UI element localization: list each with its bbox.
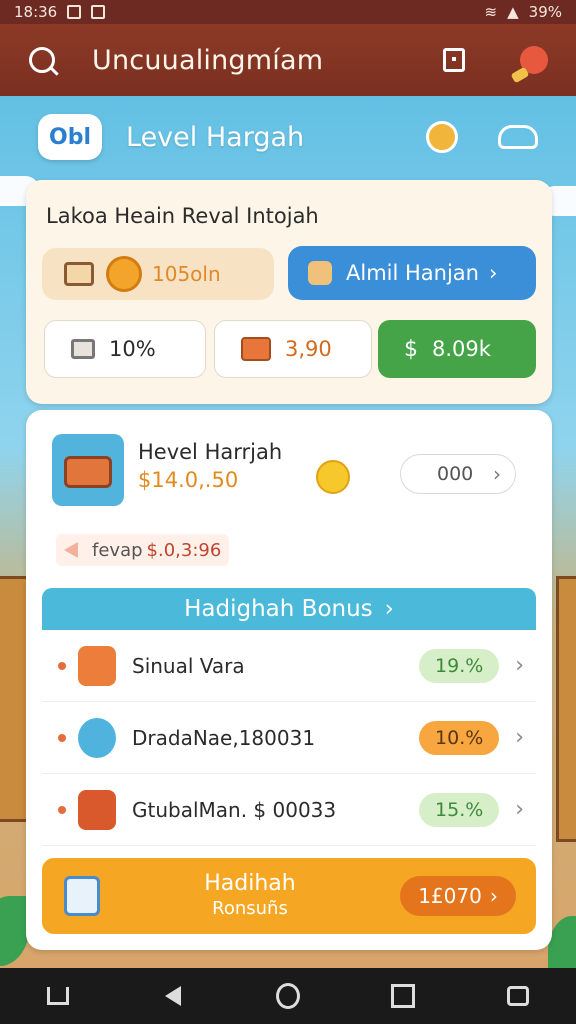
heart-icon <box>58 661 66 670</box>
bonus-cta-subtitle: Ronsuñs <box>212 898 288 919</box>
bonus-item[interactable]: Sinual Vara 19.% › <box>42 630 536 702</box>
coin-balance: 105oln <box>42 248 274 300</box>
bonus-item[interactable]: GtubalMan. $ 00033 15.% › <box>42 774 536 846</box>
stat-money[interactable]: $ 8.09k <box>378 320 536 378</box>
bonus-item-label: DradaNae,180031 <box>132 725 316 750</box>
coin-value: 105oln <box>152 262 221 286</box>
chest-icon <box>241 337 271 361</box>
arrow-right-icon: › <box>384 596 394 622</box>
status-time: 18:36 <box>14 3 58 21</box>
gamepad-icon <box>507 986 530 1006</box>
recents-icon <box>391 984 416 1008</box>
bonus-item-label: Sinual Vara <box>132 653 245 678</box>
house-icon <box>46 987 69 1005</box>
recents-button[interactable] <box>391 984 416 1008</box>
key-icon[interactable] <box>426 121 458 153</box>
back-button[interactable] <box>161 984 185 1008</box>
bonus-item-percent: 10.% <box>419 720 500 755</box>
quantity-value: 000 <box>437 463 474 485</box>
home-shop-button[interactable] <box>46 984 70 1008</box>
chevron-right-icon: › <box>493 462 501 486</box>
quantity-selector[interactable]: 000 › <box>400 454 516 494</box>
cloud-icon[interactable] <box>498 125 538 149</box>
stat-chest[interactable]: 3,90 <box>214 320 372 378</box>
product-name: Hevel Harrjah <box>138 440 283 464</box>
claim-button-label: Almil Hanjan <box>346 261 479 285</box>
gift-basket-icon <box>78 789 116 830</box>
bonus-item-label: GtubalMan. $ 00033 <box>132 797 337 822</box>
app-bar: Uncuualingmíam <box>0 24 576 96</box>
summary-subtitle: Lakoa Heain Reval Intojah <box>46 204 319 228</box>
heart-icon <box>58 733 66 742</box>
chest-image <box>52 434 124 506</box>
stat-chest-value: 3,90 <box>285 337 332 361</box>
card-icon <box>64 876 100 916</box>
summary-card: Lakoa Heain Reval Intojah 105oln Almil H… <box>26 180 552 404</box>
profile-button[interactable] <box>514 40 554 80</box>
home-icon <box>275 983 300 1009</box>
home-button[interactable] <box>275 983 300 1009</box>
savings-amount: $.0,3:96 <box>146 539 222 561</box>
product-price: $14.0,.50 <box>138 468 239 492</box>
chevron-right-icon: › <box>515 653 524 678</box>
app-logo: Obl <box>38 114 102 160</box>
bonus-item-percent: 15.% <box>419 792 500 827</box>
balloon-icon <box>520 46 548 74</box>
level-header: Obl Level Hargah <box>38 112 538 162</box>
bonus-cta-button-label: 1£070 <box>418 884 482 908</box>
wifi-icon: ≋ <box>484 3 498 21</box>
notification-icon <box>91 5 106 19</box>
search-icon <box>29 47 55 73</box>
search-button[interactable] <box>22 40 62 80</box>
heart-icon <box>58 805 66 814</box>
bonus-cta-button[interactable]: 1£070 › <box>400 876 516 916</box>
bonus-cta[interactable]: Hadihah Ronsuñs 1£070 › <box>42 858 536 934</box>
chevron-right-icon: › <box>515 725 524 750</box>
stat-percent-value: 10% <box>109 337 156 361</box>
bag-icon <box>71 339 95 359</box>
medal-icon <box>316 460 350 494</box>
hand-icon <box>308 261 332 285</box>
savings-tag: fevap $.0,3:96 <box>56 534 230 566</box>
bonus-header[interactable]: Hadighah Bonus › <box>42 588 536 630</box>
status-bar: 18:36 ≋ ▲ 39% <box>0 0 576 24</box>
stat-percent[interactable]: 10% <box>44 320 206 378</box>
palm-decoration <box>548 916 576 976</box>
chevron-right-icon: › <box>515 797 524 822</box>
hut-decoration <box>556 576 576 842</box>
arrow-right-icon: › <box>489 884 498 908</box>
battery-level: 39% <box>528 3 562 21</box>
calendar-button[interactable] <box>434 40 474 80</box>
bonus-item[interactable]: DradaNae,180031 10.% › <box>42 702 536 774</box>
signal-icon: ▲ <box>507 3 519 21</box>
potion-icon <box>78 645 116 686</box>
claim-button[interactable]: Almil Hanjan › <box>288 246 536 300</box>
calendar-icon <box>443 48 465 72</box>
image-icon <box>67 5 82 19</box>
tag-icon <box>64 542 78 558</box>
game-button[interactable] <box>506 984 530 1008</box>
stat-money-value: 8.09k <box>432 337 491 361</box>
level-title: Level Hargah <box>126 121 305 153</box>
reward-card: Hevel Harrjah $14.0,.50 000 › fevap $.0,… <box>26 410 552 950</box>
app-title: Uncuualingmíam <box>92 44 324 76</box>
back-icon <box>164 986 181 1006</box>
wallet-icon <box>64 262 94 286</box>
arrow-right-icon: › <box>488 261 498 285</box>
bonus-cta-title: Hadihah <box>204 871 296 896</box>
bonus-cta-text: Hadihah Ronsuñs <box>100 871 400 921</box>
coin-icon <box>106 256 142 292</box>
bonus-item-percent: 19.% <box>419 648 500 683</box>
dollar-icon: $ <box>404 336 418 362</box>
system-nav-bar <box>0 968 576 1024</box>
cake-icon <box>78 717 116 758</box>
savings-label: fevap <box>92 539 143 561</box>
bonus-title: Hadighah Bonus <box>184 596 373 622</box>
